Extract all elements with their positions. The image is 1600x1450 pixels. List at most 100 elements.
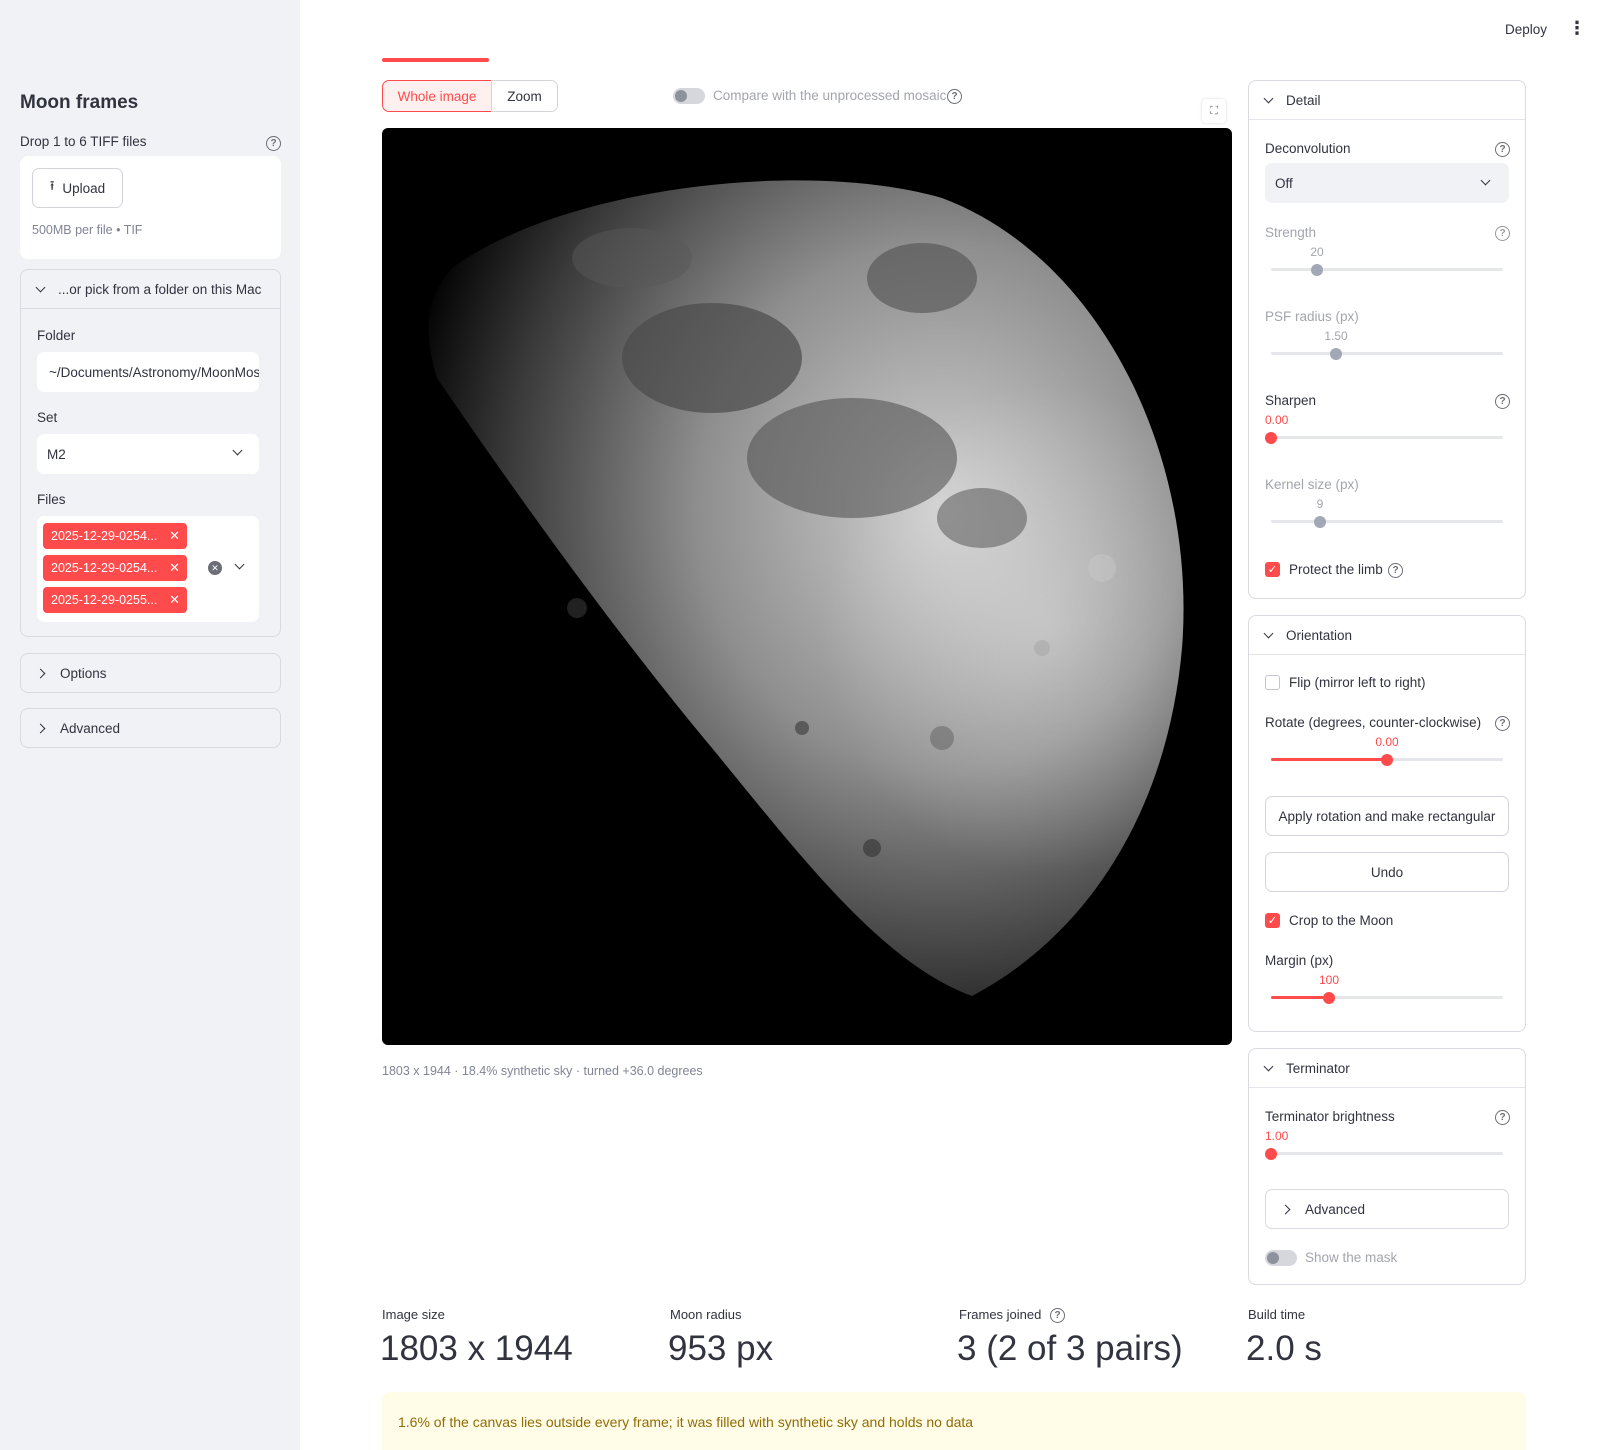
sharpen-slider-thumb[interactable] — [1265, 431, 1277, 444]
kernel-slider-thumb[interactable] — [1314, 515, 1326, 528]
terminator-advanced-expander[interactable]: Advanced — [1265, 1189, 1509, 1229]
fullscreen-icon[interactable]: ⛶ — [1202, 99, 1226, 123]
strength-slider-thumb[interactable] — [1311, 263, 1323, 276]
remove-icon[interactable]: ✕ — [169, 528, 180, 544]
protect-limb-label: Protect the limb — [1289, 562, 1383, 577]
chevron-down-icon — [232, 445, 243, 456]
sharpen-slider[interactable] — [1271, 436, 1503, 439]
kebab-menu-icon[interactable]: ⋮ — [1568, 19, 1586, 37]
chevron-down-icon — [1263, 1061, 1274, 1071]
chevron-down-icon — [1263, 628, 1274, 638]
file-tag: 2025-12-29-0255... ✕ — [43, 587, 187, 613]
help-icon[interactable]: ? — [1495, 142, 1510, 157]
terminator-brightness-slider[interactable] — [1271, 1152, 1503, 1155]
help-icon[interactable]: ? — [1495, 226, 1510, 241]
terminator-header[interactable]: Terminator — [1249, 1049, 1525, 1088]
segment-zoom[interactable]: Zoom — [491, 80, 558, 112]
help-icon[interactable]: ? — [266, 136, 281, 151]
rotate-label: Rotate (degrees, counter-clockwise) — [1265, 715, 1482, 730]
orientation-header[interactable]: Orientation — [1249, 616, 1525, 655]
strength-label: Strength — [1265, 225, 1317, 240]
file-tag: 2025-12-29-0254... ✕ — [43, 555, 187, 581]
files-label: Files — [37, 492, 66, 507]
folder-label: Folder — [37, 328, 76, 343]
psf-slider-thumb[interactable] — [1330, 347, 1342, 360]
psf-value: 1.50 — [1324, 329, 1348, 343]
deploy-button[interactable]: Deploy — [1505, 22, 1547, 37]
apply-rotation-button[interactable]: Apply rotation and make rectangular — [1265, 796, 1509, 836]
upload-dropzone[interactable]: ⭱ Upload 500MB per file • TIF — [20, 156, 281, 259]
options-expander[interactable]: Options — [20, 653, 281, 693]
files-multiselect[interactable]: 2025-12-29-0254... ✕ 2025-12-29-0254... ✕ … — [37, 516, 259, 622]
sharpen-label: Sharpen — [1265, 393, 1317, 408]
terminator-panel: Terminator Terminator brightness ? 1.00 … — [1248, 1048, 1526, 1285]
help-icon[interactable]: ? — [1495, 716, 1510, 731]
set-label: Set — [37, 410, 58, 425]
remove-icon[interactable]: ✕ — [169, 560, 180, 576]
show-mask-label: Show the mask — [1305, 1250, 1398, 1265]
rotate-slider-fill — [1271, 758, 1387, 761]
metric-value: 1803 x 1944 — [380, 1329, 573, 1368]
upload-hint: 500MB per file • TIF — [32, 223, 143, 237]
show-mask-toggle[interactable] — [1265, 1250, 1297, 1266]
view-segmented-control: Whole image Zoom — [382, 80, 558, 112]
margin-label: Margin (px) — [1265, 953, 1334, 968]
flip-label: Flip (mirror left to right) — [1289, 675, 1426, 690]
sharpen-value: 0.00 — [1265, 413, 1289, 427]
uploader-label: Drop 1 to 6 TIFF files — [20, 134, 147, 149]
protect-limb-checkbox[interactable]: ✓ — [1265, 562, 1280, 577]
rotate-slider-thumb[interactable] — [1381, 753, 1393, 766]
sidebar-advanced-expander[interactable]: Advanced — [20, 708, 281, 748]
image-caption: 1803 x 1944 · 18.4% synthetic sky · turn… — [382, 1064, 703, 1078]
folder-expander-header[interactable]: ...or pick from a folder on this Mac — [21, 270, 280, 309]
set-select[interactable]: M2 — [37, 434, 259, 474]
warning-alert: 1.6% of the canvas lies outside every fr… — [382, 1392, 1526, 1450]
kernel-label: Kernel size (px) — [1265, 477, 1359, 492]
orientation-panel: Orientation Flip (mirror left to right) … — [1248, 615, 1526, 1032]
flip-checkbox[interactable] — [1265, 675, 1280, 690]
upload-button[interactable]: ⭱ Upload — [32, 168, 123, 208]
folder-input[interactable]: ~/Documents/Astronomy/MoonMosaic — [37, 352, 259, 392]
help-icon[interactable]: ? — [1388, 563, 1403, 578]
help-icon[interactable]: ? — [1495, 1110, 1510, 1125]
clear-all-icon[interactable]: ✕ — [208, 561, 222, 575]
strength-slider[interactable] — [1271, 268, 1503, 271]
deconvolution-select[interactable]: Off — [1265, 163, 1509, 203]
compare-toggle[interactable] — [673, 88, 705, 104]
metric-label: Image size — [382, 1307, 445, 1322]
terminator-brightness-slider-thumb[interactable] — [1265, 1147, 1277, 1160]
chevron-down-icon — [1263, 93, 1274, 103]
chevron-down-icon[interactable] — [234, 559, 245, 570]
metric-value: 953 px — [668, 1329, 774, 1368]
undo-button[interactable]: Undo — [1265, 852, 1509, 892]
sidebar: Moon frames Drop 1 to 6 TIFF files ? ⭱ U… — [0, 0, 300, 1450]
terminator-brightness-label: Terminator brightness — [1265, 1109, 1395, 1124]
margin-slider-thumb[interactable] — [1323, 991, 1335, 1004]
detail-panel: Detail Deconvolution ? Off Strength ? 20… — [1248, 80, 1526, 599]
crop-label: Crop to the Moon — [1289, 913, 1394, 928]
segment-whole-image[interactable]: Whole image — [382, 80, 492, 112]
chevron-right-icon — [35, 723, 46, 733]
psf-label: PSF radius (px) — [1265, 309, 1359, 324]
metric-value: 3 (2 of 3 pairs) — [957, 1329, 1183, 1368]
chevron-down-icon — [1480, 175, 1491, 186]
toggle-knob — [1267, 1252, 1279, 1264]
file-tag: 2025-12-29-0254... ✕ — [43, 523, 187, 549]
upload-icon: ⭱ — [49, 178, 55, 193]
psf-slider[interactable] — [1271, 352, 1503, 355]
crop-checkbox[interactable]: ✓ — [1265, 913, 1280, 928]
help-icon[interactable]: ? — [1495, 394, 1510, 409]
margin-slider-fill — [1271, 996, 1329, 999]
folder-expander: ...or pick from a folder on this Mac Fol… — [20, 269, 281, 637]
strength-value: 20 — [1310, 245, 1324, 259]
help-icon[interactable]: ? — [1050, 1308, 1065, 1323]
compare-label: Compare with the unprocessed mosaic — [713, 88, 947, 103]
metric-label: Build time — [1248, 1307, 1306, 1322]
help-icon[interactable]: ? — [947, 89, 962, 104]
rotate-value: 0.00 — [1375, 735, 1399, 749]
detail-header[interactable]: Detail — [1249, 81, 1525, 120]
remove-icon[interactable]: ✕ — [169, 592, 180, 608]
margin-value: 100 — [1318, 973, 1340, 987]
kernel-slider[interactable] — [1271, 520, 1503, 523]
moon-image — [382, 128, 1232, 1045]
